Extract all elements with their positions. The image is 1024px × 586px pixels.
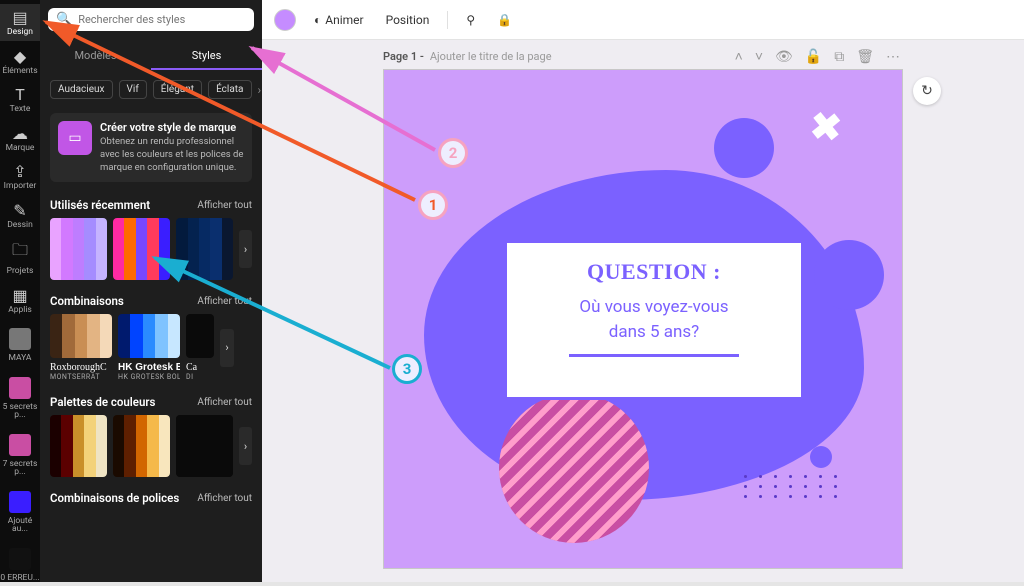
cross-icon[interactable]: ✖ [808,103,844,151]
color-swatch-button[interactable] [274,9,296,31]
rail-apps[interactable]: ▦Applis [0,282,40,319]
chip-3[interactable]: Éclata [208,80,251,99]
canvas[interactable]: ✖ QUESTION : Où vous voyez-vousdans 5 an… [383,69,903,569]
fonts-title: Combinaisons de polices [50,491,179,505]
chips-row: Audacieux Vif Élégant Éclata › [40,72,262,107]
palette-2[interactable] [176,415,233,477]
brand-desc: Obtenez un rendu professionnel avec les … [100,136,244,174]
icon-rail: ▤Design ◆Éléments TTexte ☁Marque ⇪Import… [0,0,40,582]
rail-import[interactable]: ⇪Importer [0,158,40,195]
rail-extra-4[interactable]: 0 ERREU... [0,540,40,586]
fonts-all[interactable]: Afficher tout [197,493,252,504]
dot-grid[interactable] [744,475,842,498]
chip-2[interactable]: Élégant [153,80,202,99]
lock-icon[interactable]: 🔒 [493,9,516,31]
rail-extra-0[interactable]: MAYA [0,320,40,367]
combos-next-icon[interactable]: › [220,329,234,367]
section-fonts: Combinaisons de polices Afficher tout [40,481,262,515]
brand-title: Créer votre style de marque [100,121,244,134]
stage: ◐Animer Position ⚲ 🔒 Page 1 - Ajouter le… [262,0,1024,582]
recent-swatch-0[interactable] [50,218,107,280]
rail-extra-2[interactable]: 7 secrets p... [0,426,40,481]
panel-tabs: Modèles Styles [40,43,262,70]
rail-design[interactable]: ▤Design [0,4,40,41]
topbar: ◐Animer Position ⚲ 🔒 [262,0,1024,40]
palettes-next-icon[interactable]: › [239,427,252,465]
section-combos: Combinaisons Afficher tout RoxboroughC MO… [40,284,262,385]
section-recent: Utilisés récemment Afficher tout › [40,188,262,284]
recent-all[interactable]: Afficher tout [197,200,252,211]
page-header: Page 1 - Ajouter le titre de la page ˄ ˅… [383,48,903,65]
animate-button[interactable]: ◐Animer [310,9,368,31]
combo-0[interactable]: RoxboroughC MONTSERRAT [50,314,112,381]
combo-2[interactable]: Ca Di [186,314,214,381]
side-panel: 🔍 Modèles Styles Audacieux Vif Élégant É… [40,0,262,582]
brand-card[interactable]: ▭ Créer votre style de marque Obtenez un… [50,113,252,182]
visibility-icon[interactable]: 👁 [772,49,796,65]
rail-projects[interactable]: 🗀Projets [0,235,40,280]
tab-styles[interactable]: Styles [151,43,262,70]
circle-shape-1[interactable] [714,118,774,178]
rail-draw[interactable]: ✎Dessin [0,197,40,234]
brand-icon: ▭ [58,121,92,155]
rail-brand[interactable]: ☁Marque [0,120,40,157]
duplicate-icon[interactable]: ⧉ [831,49,847,65]
recent-title: Utilisés récemment [50,198,150,212]
separator [447,11,448,29]
redo-button[interactable]: ↻ [913,77,941,105]
palettes-all[interactable]: Afficher tout [197,397,252,408]
more-icon[interactable]: ⋯ [883,49,903,65]
page-up-icon[interactable]: ˄ [732,48,746,65]
trash-icon[interactable]: 🗑 [853,49,877,65]
transparency-icon[interactable]: ⚲ [462,9,479,31]
card-text: Où vous voyez-vousdans 5 ans? [521,295,787,344]
rail-extra-1[interactable]: 5 secrets p... [0,369,40,424]
combos-title: Combinaisons [50,294,124,308]
card-heading: QUESTION : [521,259,787,285]
page-title-hint[interactable]: Ajouter le titre de la page [430,50,552,63]
page-lock-icon[interactable]: 🔓 [802,49,825,65]
recent-next-icon[interactable]: › [239,230,252,268]
palette-0[interactable] [50,415,107,477]
page-label: Page 1 - [383,50,424,63]
canvas-wrap: Page 1 - Ajouter le titre de la page ˄ ˅… [262,40,1024,582]
chips-more-icon[interactable]: › [258,83,262,97]
chip-1[interactable]: Vif [119,80,147,99]
combos-all[interactable]: Afficher tout [197,296,252,307]
underline [569,354,739,357]
search-input[interactable] [78,13,246,26]
rail-elements[interactable]: ◆Éléments [0,43,40,80]
palettes-title: Palettes de couleurs [50,395,155,409]
tab-models[interactable]: Modèles [40,43,151,70]
search-icon: 🔍 [56,12,72,27]
section-palettes: Palettes de couleurs Afficher tout › [40,385,262,481]
chip-0[interactable]: Audacieux [50,80,113,99]
question-card[interactable]: QUESTION : Où vous voyez-vousdans 5 ans? [504,240,804,400]
striped-circle[interactable] [499,393,649,543]
recent-swatch-1[interactable] [113,218,170,280]
rail-text[interactable]: TTexte [0,81,40,118]
page-down-icon[interactable]: ˅ [752,48,766,65]
search-box[interactable]: 🔍 [48,8,254,31]
circle-shape-3[interactable] [810,446,832,468]
rail-extra-3[interactable]: Ajouté au... [0,483,40,538]
position-button[interactable]: Position [382,9,434,31]
combo-1[interactable]: HK Grotesk B HK GROTESK BOLD [118,314,180,381]
recent-swatch-2[interactable] [176,218,233,280]
palette-1[interactable] [113,415,170,477]
circle-shape-2[interactable] [814,240,884,310]
